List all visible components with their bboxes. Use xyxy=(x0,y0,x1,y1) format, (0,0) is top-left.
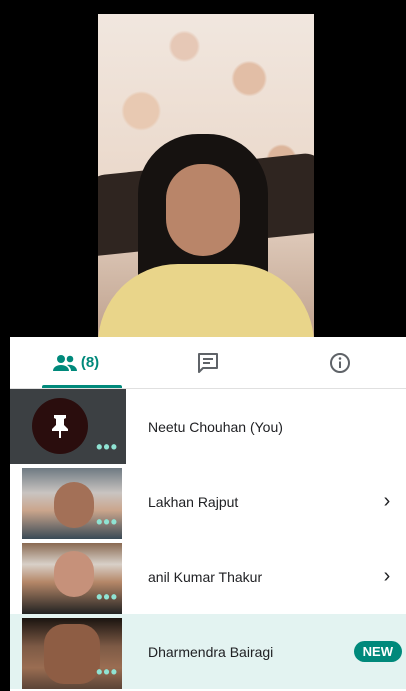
new-badge: NEW xyxy=(353,641,402,662)
participant-row[interactable]: ••• anil Kumar Thakur › xyxy=(10,539,406,614)
participant-count: (8) xyxy=(80,354,100,371)
people-icon xyxy=(52,354,77,371)
participant-row[interactable]: ••• Dharmendra Bairagi NEW xyxy=(10,614,406,689)
video-person-face xyxy=(166,164,240,256)
tab-chat[interactable] xyxy=(142,337,274,388)
chat-icon xyxy=(198,352,218,373)
more-options-icon[interactable]: ••• xyxy=(96,588,118,606)
push-pin-icon xyxy=(52,415,68,438)
info-icon xyxy=(330,352,350,373)
chevron-right-icon[interactable]: › xyxy=(374,565,400,588)
participant-name: Dharmendra Bairagi xyxy=(148,643,274,660)
panel-tabs: (8) xyxy=(10,337,406,389)
participant-name: Neetu Chouhan (You) xyxy=(148,418,283,435)
participant-name: anil Kumar Thakur xyxy=(148,568,263,585)
video-person-shirt xyxy=(98,264,314,337)
participant-video-thumbnail: ••• xyxy=(10,464,126,539)
active-tab-indicator xyxy=(42,385,122,388)
participant-video-thumbnail: ••• xyxy=(10,614,126,689)
participant-name: Lakhan Rajput xyxy=(148,493,239,510)
tab-info[interactable] xyxy=(274,337,406,388)
participant-row[interactable]: ••• Neetu Chouhan (You) xyxy=(10,389,406,464)
participant-row[interactable]: ••• Lakhan Rajput › xyxy=(10,464,406,539)
more-options-icon[interactable]: ••• xyxy=(96,438,118,456)
participant-video-thumbnail: ••• xyxy=(10,539,126,614)
avatar-circle xyxy=(32,398,88,454)
participant-list: ••• Neetu Chouhan (You) ••• Lakhan Rajpu… xyxy=(10,389,406,689)
chevron-right-icon[interactable]: › xyxy=(374,490,400,513)
participant-avatar: ••• xyxy=(10,389,126,464)
self-video-feed[interactable] xyxy=(98,14,314,337)
tab-people[interactable]: (8) xyxy=(10,337,142,388)
more-options-icon[interactable]: ••• xyxy=(96,513,118,531)
participants-panel: (8) ••• Neetu Chouhan (You) ••• Lakhan R… xyxy=(10,337,406,691)
main-video-area[interactable] xyxy=(10,12,406,337)
more-options-icon[interactable]: ••• xyxy=(96,663,118,681)
